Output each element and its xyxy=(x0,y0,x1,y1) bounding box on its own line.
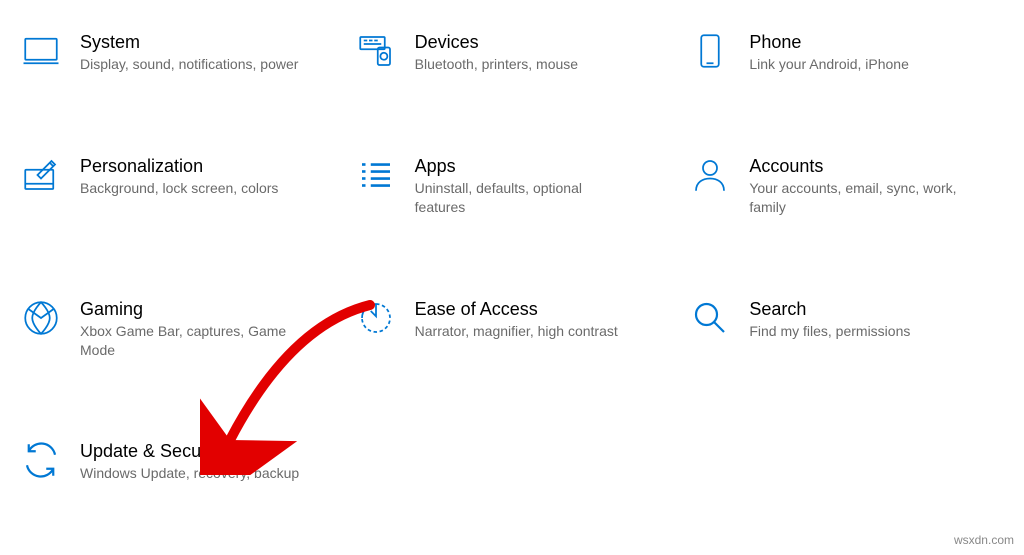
settings-grid: System Display, sound, notifications, po… xyxy=(20,30,1004,483)
item-title: Phone xyxy=(749,32,909,53)
devices-icon xyxy=(355,30,397,72)
item-title: Apps xyxy=(415,156,635,177)
item-desc: Bluetooth, printers, mouse xyxy=(415,55,578,74)
update-security-icon xyxy=(20,439,62,481)
accounts-icon xyxy=(689,154,731,196)
item-title: Search xyxy=(749,299,910,320)
settings-item-update-security[interactable]: Update & Security Windows Update, recove… xyxy=(20,439,335,483)
item-desc: Narrator, magnifier, high contrast xyxy=(415,322,618,341)
item-title: Gaming xyxy=(80,299,300,320)
item-title: Personalization xyxy=(80,156,278,177)
item-desc: Background, lock screen, colors xyxy=(80,179,278,198)
item-title: Update & Security xyxy=(80,441,299,462)
settings-item-personalization[interactable]: Personalization Background, lock screen,… xyxy=(20,154,335,217)
settings-item-phone[interactable]: Phone Link your Android, iPhone xyxy=(689,30,1004,74)
settings-item-system[interactable]: System Display, sound, notifications, po… xyxy=(20,30,335,74)
watermark: wsxdn.com xyxy=(954,533,1014,547)
settings-item-accounts[interactable]: Accounts Your accounts, email, sync, wor… xyxy=(689,154,1004,217)
personalization-icon xyxy=(20,154,62,196)
item-desc: Windows Update, recovery, backup xyxy=(80,464,299,483)
item-desc: Link your Android, iPhone xyxy=(749,55,909,74)
apps-icon xyxy=(355,154,397,196)
settings-item-devices[interactable]: Devices Bluetooth, printers, mouse xyxy=(355,30,670,74)
settings-item-ease-of-access[interactable]: Ease of Access Narrator, magnifier, high… xyxy=(355,297,670,360)
settings-item-search[interactable]: Search Find my files, permissions xyxy=(689,297,1004,360)
item-desc: Display, sound, notifications, power xyxy=(80,55,298,74)
item-desc: Uninstall, defaults, optional features xyxy=(415,179,635,217)
item-title: System xyxy=(80,32,298,53)
system-icon xyxy=(20,30,62,72)
item-desc: Xbox Game Bar, captures, Game Mode xyxy=(80,322,300,360)
phone-icon xyxy=(689,30,731,72)
search-icon xyxy=(689,297,731,339)
item-title: Ease of Access xyxy=(415,299,618,320)
gaming-icon xyxy=(20,297,62,339)
settings-item-apps[interactable]: Apps Uninstall, defaults, optional featu… xyxy=(355,154,670,217)
item-title: Devices xyxy=(415,32,578,53)
item-desc: Find my files, permissions xyxy=(749,322,910,341)
item-title: Accounts xyxy=(749,156,969,177)
ease-of-access-icon xyxy=(355,297,397,339)
settings-item-gaming[interactable]: Gaming Xbox Game Bar, captures, Game Mod… xyxy=(20,297,335,360)
item-desc: Your accounts, email, sync, work, family xyxy=(749,179,969,217)
